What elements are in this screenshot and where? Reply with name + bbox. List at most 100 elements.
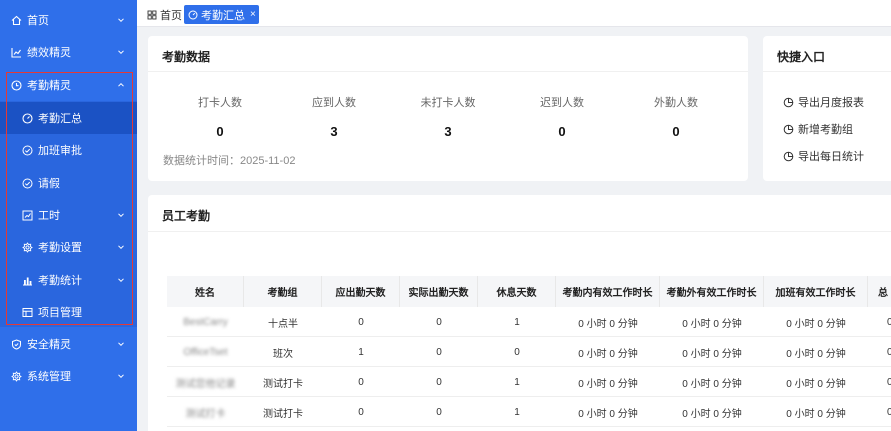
check-circle-icon <box>22 178 33 189</box>
sidebar-item-label: 考勤精灵 <box>27 80 71 92</box>
chevron-down-icon <box>117 340 125 348</box>
sidebar-item-label: 首页 <box>27 15 49 27</box>
card-title: 员工考勤 <box>162 209 211 223</box>
sidebar-item-attendance-summary[interactable]: 考勤汇总 <box>0 102 137 134</box>
column-header: 应出勤天数 <box>322 276 400 307</box>
table-header: 姓名 考勤组 应出勤天数 实际出勤天数 休息天数 考勤内有效工作时长 考勤外有效… <box>167 276 891 307</box>
chevron-down-icon <box>117 211 125 219</box>
stat-label: 打卡人数 <box>198 97 242 109</box>
chevron-down-icon <box>117 276 125 284</box>
table-cell: 0 小时 0 分钟 <box>578 318 638 330</box>
sidebar-item-home[interactable]: 首页 <box>0 4 137 36</box>
sidebar-item-label: 工时 <box>38 210 60 222</box>
attendance-group: 测试打卡 <box>263 408 303 420</box>
stat-value: 0 <box>672 124 680 139</box>
stat-label: 外勤人数 <box>654 97 698 109</box>
sidebar-item-label: 请假 <box>38 178 60 190</box>
sidebar-item-overtime-approval[interactable]: 加班审批 <box>0 134 137 166</box>
sidebar-item-leave[interactable]: 请假 <box>0 167 137 199</box>
stat-timestamp: 数据统计时间：2025-11-02 <box>163 155 296 167</box>
quick-export-daily[interactable]: 导出每日统计 <box>783 148 864 164</box>
gear-icon <box>11 370 22 382</box>
quick-add-group[interactable]: 新增考勤组 <box>783 121 853 137</box>
table-cell: 0 <box>358 376 364 388</box>
clock-icon <box>11 79 22 91</box>
column-header: 考勤内有效工作时长 <box>556 276 660 307</box>
table-cell: 0 <box>436 406 442 418</box>
column-chart-icon <box>22 275 33 286</box>
quick-item-label: 新增考勤组 <box>798 124 853 136</box>
sidebar-item-system[interactable]: 系统管理 <box>0 360 137 392</box>
tab-home[interactable]: 首页 <box>143 5 186 24</box>
table-cell: 0 小时 0 分钟 <box>578 378 638 390</box>
sidebar-item-attendance-stats[interactable]: 考勤统计 <box>0 264 137 296</box>
tab-bar: 首页 考勤汇总 × <box>137 0 891 27</box>
table-cell: 0 <box>887 406 891 418</box>
table-cell: 0 <box>436 316 442 328</box>
attendance-group: 班次 <box>273 348 293 360</box>
tab-label: 首页 <box>160 9 182 22</box>
table-cell: 0 小时 0 分钟 <box>786 348 846 360</box>
employee-name: 测试打卡 <box>185 408 226 420</box>
column-header: 考勤组 <box>244 276 322 307</box>
gear-icon <box>22 241 33 253</box>
table-row[interactable]: 测试您他记录 测试打卡 0 0 1 0 小时 0 分钟 0 小时 0 分钟 0 … <box>167 367 891 397</box>
table-cell: 0 <box>358 406 364 418</box>
stat-label: 未打卡人数 <box>420 97 476 109</box>
sidebar-item-attendance[interactable]: 考勤精灵 <box>0 69 137 101</box>
stat-not-clocked: 未打卡人数 3 <box>403 94 493 139</box>
grid-icon <box>147 10 157 20</box>
stat-field: 外勤人数 0 <box>631 94 721 139</box>
sidebar-item-label: 考勤统计 <box>38 275 82 287</box>
table-cell: 1 <box>358 346 364 358</box>
pie-chart-icon <box>783 124 794 135</box>
column-header: 总 <box>878 288 888 299</box>
dashboard-icon <box>22 112 33 124</box>
table-cell: 0 小时 0 分钟 <box>578 408 638 420</box>
chevron-down-icon <box>117 372 125 380</box>
stat-label: 迟到人数 <box>540 97 584 109</box>
sidebar-item-attendance-settings[interactable]: 考勤设置 <box>0 231 137 263</box>
column-header: 实际出勤天数 <box>400 276 478 307</box>
sidebar-item-project-management[interactable]: 项目管理 <box>0 296 137 328</box>
employee-name: OfficeTset <box>183 346 228 358</box>
quick-item-label: 导出每日统计 <box>798 151 864 163</box>
table-cell: 0 小时 0 分钟 <box>682 348 742 360</box>
table-cell: 0 <box>887 376 891 388</box>
sidebar-item-security[interactable]: 安全精灵 <box>0 328 137 360</box>
sidebar-item-work-hours[interactable]: 工时 <box>0 199 137 231</box>
table-cell: 0 <box>436 376 442 388</box>
stat-clocked-in: 打卡人数 0 <box>175 94 265 139</box>
stat-value: 3 <box>330 124 338 139</box>
attendance-group: 十点半 <box>268 318 298 330</box>
table-row[interactable]: OfficeTset 班次 1 0 0 0 小时 0 分钟 0 小时 0 分钟 … <box>167 337 891 367</box>
card-title: 快捷入口 <box>777 50 826 64</box>
card-title: 考勤数据 <box>162 50 211 64</box>
quick-export-monthly[interactable]: 导出月度报表 <box>783 94 864 110</box>
sidebar-item-label: 安全精灵 <box>27 339 71 351</box>
stat-label: 应到人数 <box>312 97 356 109</box>
close-icon[interactable]: × <box>250 9 256 20</box>
divider <box>763 71 891 72</box>
table-row[interactable]: BestCarry 十点半 0 0 1 0 小时 0 分钟 0 小时 0 分钟 … <box>167 307 891 337</box>
table-cell: 0 小时 0 分钟 <box>786 408 846 420</box>
table-cell: 0 小时 0 分钟 <box>682 408 742 420</box>
table-row[interactable]: 测试打卡 测试打卡 0 0 1 0 小时 0 分钟 0 小时 0 分钟 0 小时… <box>167 397 891 427</box>
table-cell: 0 <box>887 316 891 328</box>
table-icon <box>22 307 33 318</box>
sidebar-item-label: 考勤汇总 <box>38 113 82 125</box>
sidebar: 首页 绩效精灵 考勤精灵 考勤汇总 加班审批 请假 工时 考勤设置 考勤统计 项… <box>0 0 137 431</box>
table-cell: 0 小时 0 分钟 <box>682 378 742 390</box>
column-header: 姓名 <box>167 276 244 307</box>
employee-name: BestCarry <box>183 316 228 328</box>
tab-attendance-summary[interactable]: 考勤汇总 × <box>184 5 259 24</box>
dashboard-icon <box>188 10 198 20</box>
table-cell: 1 <box>514 406 520 418</box>
stat-expected: 应到人数 3 <box>289 94 379 139</box>
column-header: 休息天数 <box>478 276 556 307</box>
sidebar-item-performance[interactable]: 绩效精灵 <box>0 36 137 68</box>
shield-icon <box>11 338 22 350</box>
chevron-down-icon <box>117 48 125 56</box>
table-cell: 0 <box>514 346 520 358</box>
table-cell: 0 <box>358 316 364 328</box>
